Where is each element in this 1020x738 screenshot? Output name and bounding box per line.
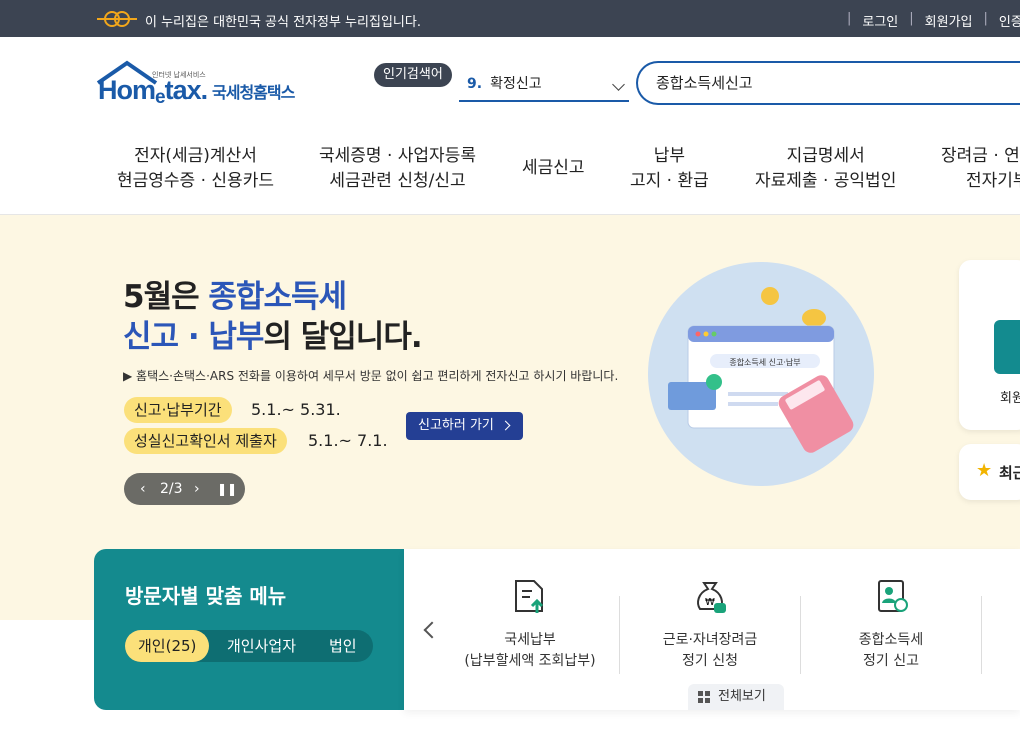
login-card: 회원 bbox=[959, 260, 1020, 430]
slide-counter: 2/3 bbox=[160, 481, 183, 497]
site-header: 인터넷 납세서비스 Hometax. 국세청홈택스 인기검색어 9. 확정신고 종… bbox=[0, 37, 1020, 215]
svg-text:₩: ₩ bbox=[705, 597, 715, 608]
government-emblem-icon bbox=[97, 11, 137, 27]
prev-slide-icon[interactable]: ‹ bbox=[140, 473, 146, 505]
popular-rank: 9. bbox=[467, 76, 483, 92]
tax-report-illustration: 종합소득세 신고·납부 bbox=[648, 262, 874, 486]
chevron-left-icon[interactable] bbox=[423, 621, 441, 639]
utility-links: | 로그인 | 회원가입 | 인증센 bbox=[836, 11, 1020, 30]
hero-headline: 5월은 종합소득세 신고 · 납부의 달입니다. bbox=[123, 279, 423, 355]
search-input[interactable]: 종합소득세신고 bbox=[636, 61, 1020, 105]
tab-individual[interactable]: 개인(25) bbox=[125, 630, 210, 662]
pause-icon[interactable]: ❚❚ bbox=[217, 473, 237, 505]
popular-search-select[interactable]: 9. 확정신고 bbox=[459, 70, 629, 102]
period-date: 5.1.~ 5.31. bbox=[251, 400, 341, 419]
sincere-report-date: 5.1.~ 7.1. bbox=[308, 431, 388, 450]
logo-brand: Hometax. bbox=[98, 75, 208, 108]
quick-item-incentive[interactable]: ₩ 근로·자녀장려금 정기 신청 bbox=[620, 549, 800, 679]
next-slide-icon[interactable]: › bbox=[194, 473, 200, 505]
gnb-item-payment-statement[interactable]: 지급명세서 자료제출 · 공익법인 bbox=[755, 144, 896, 194]
chevron-right-icon bbox=[500, 420, 511, 431]
recent-label: 최근 bbox=[999, 464, 1020, 482]
gov-notice-text: 이 누리집은 대한민국 공식 전자정부 누리집입니다. bbox=[145, 15, 421, 30]
sincere-report-label-pill: 성실신고확인서 제출자 bbox=[124, 428, 287, 454]
banner-pager: ‹ 2/3 › ❚❚ bbox=[124, 473, 245, 505]
period-label-pill: 신고·납부기간 bbox=[124, 397, 232, 423]
grid-icon bbox=[698, 691, 710, 703]
divider bbox=[981, 596, 982, 674]
gnb-item-certificate[interactable]: 국세증명 · 사업자등록 세금관련 신청/신고 bbox=[319, 144, 476, 194]
popular-search-badge: 인기검색어 bbox=[374, 63, 452, 87]
gov-notice-bar: 이 누리집은 대한민국 공식 전자정부 누리집입니다. | 로그인 | 회원가입… bbox=[0, 0, 1020, 37]
login-link[interactable]: 로그인 bbox=[862, 11, 898, 30]
quick-item-tax-payment[interactable]: 국세납부 (납부할세액 조회납부) bbox=[440, 549, 620, 679]
logo-korean-name: 국세청홈택스 bbox=[212, 83, 295, 102]
gnb-item-incentive[interactable]: 장려금 · 연전자기부 bbox=[941, 144, 1020, 194]
document-upload-icon bbox=[515, 580, 544, 613]
star-icon: ★ bbox=[976, 460, 993, 481]
money-bag-icon: ₩ bbox=[697, 582, 726, 613]
quick-item-income-tax[interactable]: 종합소득세 정기 신고 bbox=[801, 549, 981, 679]
illustration-caption: 종합소득세 신고·납부 bbox=[729, 358, 800, 367]
hometax-logo[interactable]: 인터넷 납세서비스 Hometax. 국세청홈택스 bbox=[96, 59, 316, 111]
go-report-button[interactable]: 신고하러 가기 bbox=[406, 412, 523, 440]
visitor-tabs: 개인(25) 개인사업자 법인 bbox=[125, 630, 373, 662]
view-all-button[interactable]: 전체보기 bbox=[688, 684, 784, 710]
chevron-down-icon bbox=[612, 78, 625, 91]
recent-menu-card[interactable]: ★ 최근 bbox=[959, 444, 1020, 500]
popular-term: 확정신고 bbox=[490, 76, 542, 92]
tab-sole-proprietor[interactable]: 개인사업자 bbox=[227, 630, 296, 662]
member-text: 회원 bbox=[1000, 391, 1020, 406]
hero-description: ▶ 홈택스·손택스·ARS 전화를 이용하여 세무서 방문 없이 쉽고 편리하게… bbox=[123, 369, 619, 383]
report-person-icon bbox=[878, 580, 908, 612]
gnb-item-payment[interactable]: 납부 고지 · 환급 bbox=[630, 144, 709, 194]
cert-center-link[interactable]: 인증센 bbox=[999, 11, 1020, 30]
gnb-item-einvoice[interactable]: 전자(세금)계산서 현금영수증 · 신용카드 bbox=[117, 144, 274, 194]
visitor-menu-panel: 방문자별 맞춤 메뉴 개인(25) 개인사업자 법인 bbox=[94, 549, 404, 710]
quick-menu: 국세납부 (납부할세액 조회납부) ₩ 근로·자녀장려금 정기 신청 종합소득세 정기… bbox=[404, 549, 1020, 710]
gnb-item-tax-filing[interactable]: 세금신고 bbox=[522, 156, 585, 181]
visitor-menu-title: 방문자별 맞춤 메뉴 bbox=[125, 584, 287, 608]
signup-link[interactable]: 회원가입 bbox=[925, 11, 973, 30]
login-button[interactable] bbox=[994, 320, 1020, 374]
tab-corporation[interactable]: 법인 bbox=[329, 630, 357, 662]
